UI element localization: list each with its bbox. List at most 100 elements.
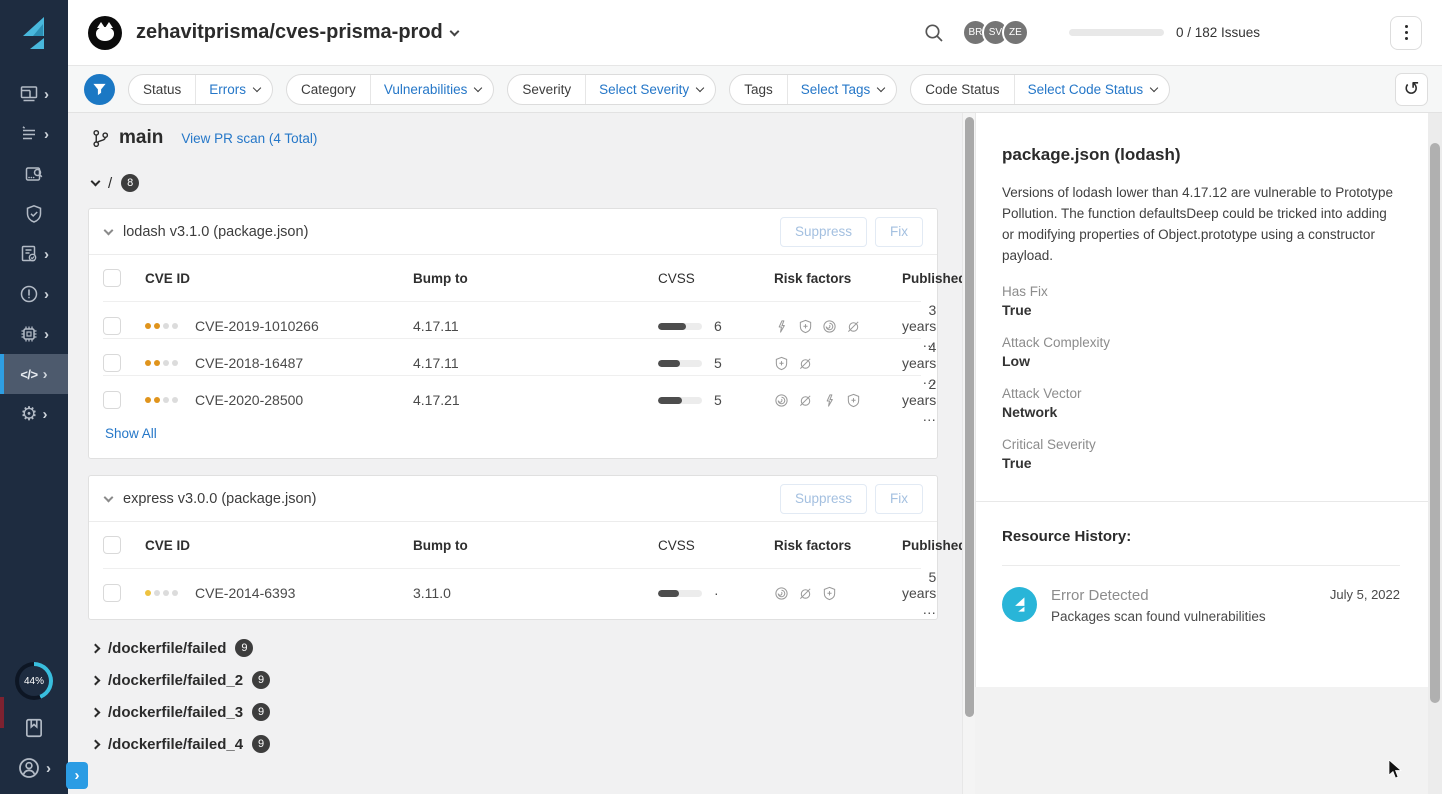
sidebar-nav: › › › › › xyxy=(0,74,68,434)
scrollbar-thumb[interactable] xyxy=(1430,143,1440,703)
avatar[interactable]: ZE xyxy=(1002,19,1029,46)
field-label: Attack Complexity xyxy=(1002,335,1400,350)
detail-field: Critical Severity True xyxy=(1002,437,1400,471)
dashboard-icon xyxy=(19,84,39,104)
root-folder-row[interactable]: / 8 xyxy=(88,174,938,192)
cvss-bar xyxy=(658,590,702,597)
chevron-right-icon: › xyxy=(44,327,49,342)
sidebar: › › › › › xyxy=(0,0,68,794)
table-row[interactable]: CVE-2018-16487 4.17.11 5 4 years … xyxy=(103,338,921,375)
cve-id[interactable]: CVE-2019-1010266 xyxy=(195,318,319,334)
mouse-cursor xyxy=(1388,760,1406,780)
select-all-checkbox[interactable] xyxy=(103,269,121,287)
collapse-icon[interactable] xyxy=(104,492,114,502)
filter-bar: Status Errors Category Vulnerabilities S… xyxy=(68,66,1442,113)
cve-id[interactable]: CVE-2020-28500 xyxy=(195,392,303,408)
fix-button[interactable]: Fix xyxy=(875,484,923,514)
folder-row[interactable]: /dockerfile/failed_4 9 xyxy=(88,735,938,753)
row-checkbox[interactable] xyxy=(103,584,121,602)
filter-category[interactable]: Category Vulnerabilities xyxy=(286,74,494,105)
sidebar-expand-button[interactable]: › xyxy=(66,762,88,789)
cvss-bar xyxy=(658,397,702,404)
cve-id[interactable]: CVE-2014-6393 xyxy=(195,585,295,601)
suppress-button[interactable]: Suppress xyxy=(780,484,867,514)
filter-button[interactable] xyxy=(84,74,115,105)
kebab-menu-button[interactable] xyxy=(1390,16,1422,50)
table-row[interactable]: CVE-2019-1010266 4.17.11 6 3 years … xyxy=(103,301,921,338)
bump-to: 4.17.21 xyxy=(413,392,658,408)
sidebar-bottom: 44% › xyxy=(0,662,68,794)
reset-icon: ↺ xyxy=(1404,78,1420,101)
sidebar-item-resource-explorer[interactable] xyxy=(0,154,68,194)
select-all-checkbox[interactable] xyxy=(103,536,121,554)
view-pr-scan-link[interactable]: View PR scan (4 Total) xyxy=(181,131,317,146)
show-all-link[interactable]: Show All xyxy=(105,426,157,441)
collapse-icon[interactable] xyxy=(104,225,114,235)
field-value: True xyxy=(1002,302,1400,318)
sidebar-item-dashboard[interactable]: › xyxy=(0,74,68,114)
filter-label: Severity xyxy=(508,82,585,97)
cvss-score: · xyxy=(714,585,719,601)
divider xyxy=(976,501,1428,502)
page-scrollbar[interactable] xyxy=(1428,113,1442,794)
funnel-icon xyxy=(92,82,107,97)
package-card-express: express v3.0.0 (package.json) Suppress F… xyxy=(88,475,938,620)
fix-button[interactable]: Fix xyxy=(875,217,923,247)
table-row[interactable]: CVE-2014-6393 3.11.0 · 5 years … xyxy=(103,568,921,605)
cvss-score: 6 xyxy=(714,318,722,334)
sidebar-item-alerts[interactable]: › xyxy=(0,274,68,314)
table-row[interactable]: CVE-2020-28500 4.17.21 5 2 years … xyxy=(103,375,921,412)
sidebar-item-policies[interactable]: › xyxy=(0,234,68,274)
cve-id[interactable]: CVE-2018-16487 xyxy=(195,355,303,371)
folder-row[interactable]: /dockerfile/failed 9 xyxy=(88,639,938,657)
filter-code-status[interactable]: Code Status Select Code Status xyxy=(910,74,1170,105)
bridgecrew-logo[interactable] xyxy=(0,0,68,66)
exploit-exists-icon xyxy=(846,319,861,334)
filter-value: Select Code Status xyxy=(1028,82,1144,97)
folder-row[interactable]: /dockerfile/failed_3 9 xyxy=(88,703,938,721)
details-title: package.json (lodash) xyxy=(1002,145,1400,165)
attack-complexity-low-icon xyxy=(846,393,861,408)
table-header: CVE ID Bump to CVSS Risk factors Publish… xyxy=(103,255,921,301)
reset-filters-button[interactable]: ↺ xyxy=(1395,73,1428,106)
sidebar-item-settings[interactable]: ⚙ › xyxy=(0,394,68,434)
row-checkbox[interactable] xyxy=(103,354,121,372)
repo-selector[interactable]: zehavitprisma/cves-prisma-prod xyxy=(136,21,443,44)
filter-label: Code Status xyxy=(911,82,1013,97)
row-checkbox[interactable] xyxy=(103,317,121,335)
folder-name: / xyxy=(108,175,112,192)
col-cve-id: CVE ID xyxy=(145,271,413,286)
col-bump-to: Bump to xyxy=(413,538,658,553)
filter-status[interactable]: Status Errors xyxy=(128,74,273,105)
sidebar-item-code-projects[interactable]: </> › xyxy=(0,354,68,394)
chevron-right-icon: › xyxy=(44,287,49,302)
scan-progress-ring[interactable]: 44% xyxy=(15,662,53,700)
filter-tags[interactable]: Tags Select Tags xyxy=(729,74,897,105)
row-checkbox[interactable] xyxy=(103,391,121,409)
chevron-right-icon xyxy=(91,643,101,653)
account-menu[interactable]: › xyxy=(17,756,51,780)
chevron-down-icon xyxy=(877,84,885,92)
docs-bookmark-icon[interactable] xyxy=(23,717,45,739)
sidebar-item-incidents-list[interactable]: › xyxy=(0,114,68,154)
scrollbar-thumb[interactable] xyxy=(965,117,974,717)
sidebar-item-integrations[interactable]: › xyxy=(0,314,68,354)
filter-value: Select Tags xyxy=(801,82,871,97)
list-icon xyxy=(19,124,39,144)
event-description: Packages scan found vulnerabilities xyxy=(1051,609,1266,624)
table-header: CVE ID Bump to CVSS Risk factors Publish… xyxy=(103,522,921,568)
sidebar-item-compliance[interactable] xyxy=(0,194,68,234)
chip-icon xyxy=(19,324,39,344)
field-label: Critical Severity xyxy=(1002,437,1400,452)
chevron-down-icon[interactable] xyxy=(449,26,459,36)
folder-row[interactable]: /dockerfile/failed_2 9 xyxy=(88,671,938,689)
issues-progress-label: 0 / 182 Issues xyxy=(1176,25,1260,40)
findings-scrollbar[interactable] xyxy=(962,113,975,794)
folder-name: /dockerfile/failed xyxy=(108,640,226,657)
attack-complexity-low-icon xyxy=(822,586,837,601)
resource-history-heading: Resource History: xyxy=(1002,528,1400,545)
issue-count-badge: 9 xyxy=(235,639,253,657)
search-icon[interactable] xyxy=(923,22,945,44)
suppress-button[interactable]: Suppress xyxy=(780,217,867,247)
filter-severity[interactable]: Severity Select Severity xyxy=(507,74,716,105)
